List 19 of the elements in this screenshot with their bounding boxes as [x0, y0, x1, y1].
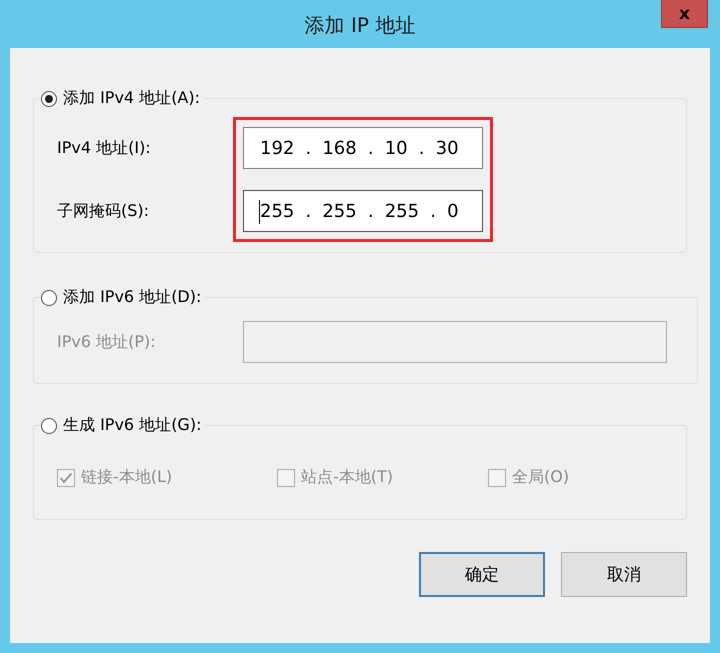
- ip-address-field[interactable]: 255 . 255 . 255 . 0: [243, 190, 483, 232]
- checkbox-label: 站点-本地(T): [301, 467, 394, 488]
- checkbox-label: 链接-本地(L): [81, 467, 172, 488]
- dialog-button[interactable]: 确定: [419, 552, 545, 597]
- close-button[interactable]: x: [661, 0, 708, 28]
- radio-button[interactable]: [41, 90, 57, 106]
- checkbox-label: 全局(O): [512, 467, 570, 488]
- radio-label: 添加 IPv6 地址(D):: [63, 287, 202, 308]
- radio-label: 添加 IPv4 地址(A):: [63, 88, 200, 109]
- radio-button[interactable]: [41, 290, 57, 306]
- field-label: 子网掩码(S):: [57, 200, 150, 222]
- field-label: IPv6 地址(P):: [57, 330, 157, 352]
- window-title: 添加 IP 地址: [304, 12, 416, 38]
- field-label: IPv4 地址(I):: [57, 136, 152, 158]
- radio-label: 生成 IPv6 地址(G):: [63, 415, 202, 436]
- dialog-button[interactable]: 取消: [561, 552, 687, 597]
- input-field[interactable]: [243, 321, 667, 363]
- radio-button[interactable]: [41, 418, 57, 434]
- ip-address-field[interactable]: 192 . 168 . 10 . 30: [243, 127, 483, 169]
